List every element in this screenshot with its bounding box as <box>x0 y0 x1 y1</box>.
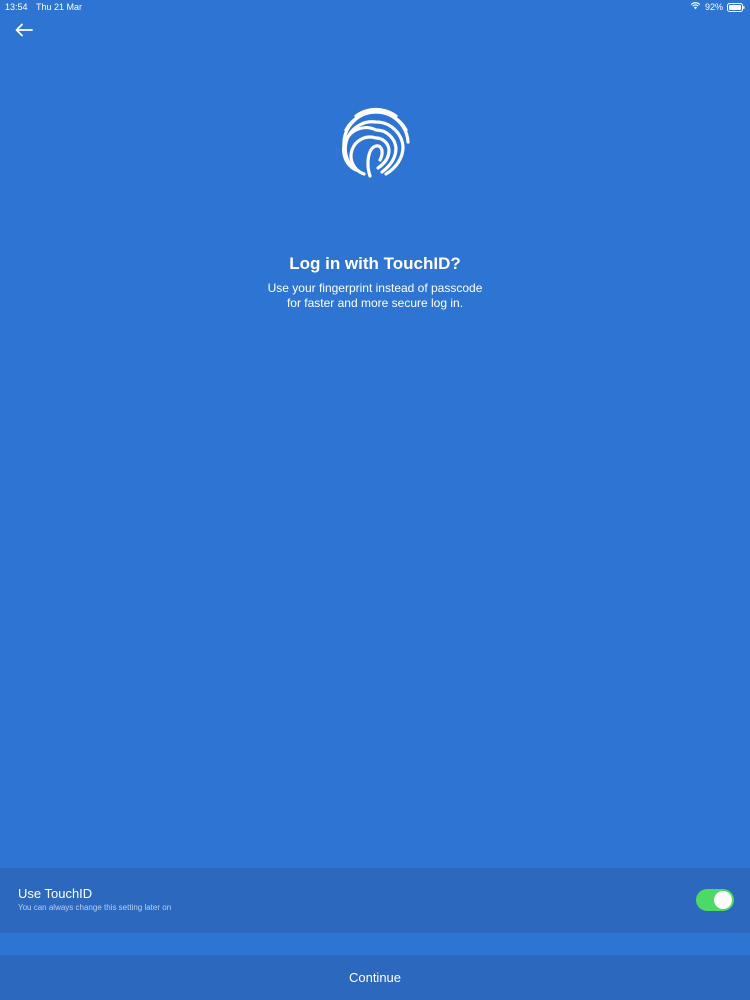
wifi-icon <box>690 0 701 14</box>
arrow-left-icon <box>15 23 33 42</box>
touchid-setup-screen: 13:54 Thu 21 Mar 92% Log in with TouchID… <box>0 0 750 1000</box>
fingerprint-icon <box>336 102 416 182</box>
battery-percentage: 92% <box>704 2 723 12</box>
spacer-band <box>0 933 750 955</box>
battery-icon <box>727 2 745 12</box>
touchid-setting-row: Use TouchID You can always change this s… <box>0 868 750 933</box>
touchid-setting-hint: You can always change this setting later… <box>18 903 172 912</box>
status-time: 13:54 <box>5 2 28 12</box>
status-right: 92% <box>690 0 745 14</box>
continue-label: Continue <box>348 970 402 985</box>
back-button[interactable] <box>10 20 38 44</box>
continue-button[interactable]: Continue <box>0 955 750 1000</box>
status-bar: 13:54 Thu 21 Mar 92% <box>0 0 750 14</box>
page-title: Log in with TouchID? <box>289 254 461 273</box>
toggle-knob <box>714 891 732 909</box>
touchid-setting-label: Use TouchID <box>18 886 93 901</box>
page-description: Use your fingerprint instead of passcode… <box>267 281 483 310</box>
touchid-toggle[interactable] <box>696 889 734 911</box>
status-date: Thu 21 Mar <box>36 2 83 12</box>
